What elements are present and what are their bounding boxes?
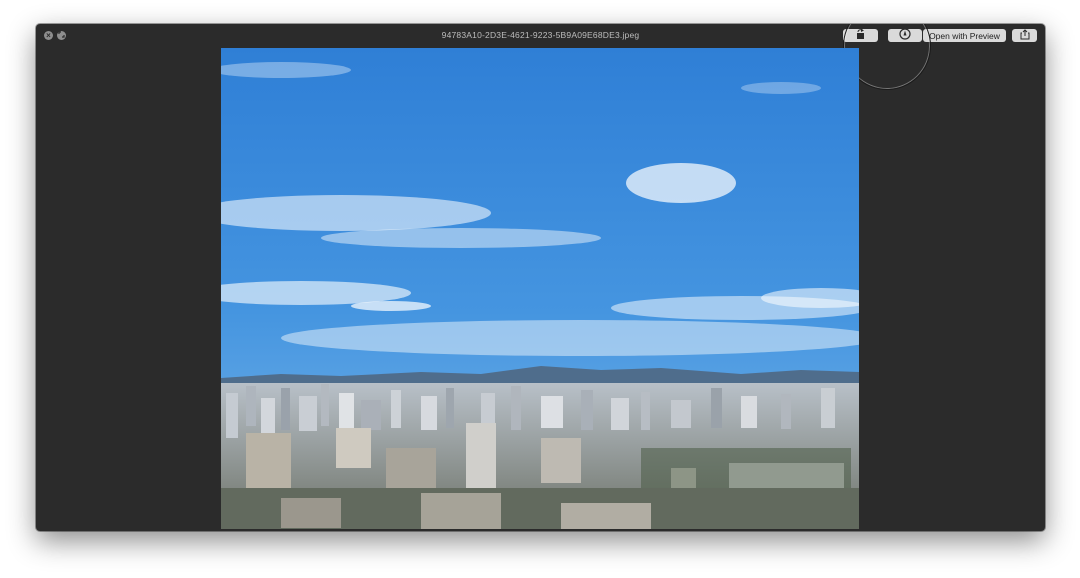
- rotate-button[interactable]: [843, 27, 878, 45]
- rotate-left-icon: [855, 27, 867, 45]
- quick-look-window: × 94783A10-2D3E-4621-9223-5B9A09E68DE3.j…: [36, 24, 1045, 531]
- title-bar: × 94783A10-2D3E-4621-9223-5B9A09E68DE3.j…: [36, 24, 1045, 90]
- markup-pen-icon: [899, 27, 911, 45]
- markup-button[interactable]: [888, 27, 922, 45]
- share-icon: [1020, 27, 1030, 45]
- image-preview: [221, 48, 859, 529]
- share-button[interactable]: [1012, 27, 1037, 45]
- open-with-preview-button[interactable]: Open with Preview: [923, 29, 1006, 42]
- city-skyline-photo: [221, 48, 859, 529]
